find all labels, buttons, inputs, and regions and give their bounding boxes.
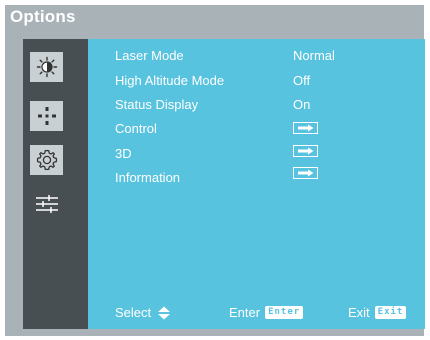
information-submenu-arrow[interactable] <box>293 167 318 179</box>
exit-key-badge: Exit <box>374 306 407 319</box>
high-altitude-mode-value[interactable]: Off <box>293 73 310 88</box>
footer-exit: Exit Exit <box>348 305 407 320</box>
menu-item-information[interactable]: Information <box>115 170 180 185</box>
right-arrow-icon <box>297 124 313 132</box>
laser-mode-value[interactable]: Normal <box>293 48 335 63</box>
menu-item-control[interactable]: Control <box>115 121 157 136</box>
menu-item-high-altitude-mode[interactable]: High Altitude Mode <box>115 73 224 88</box>
menu-item-3d[interactable]: 3D <box>115 146 132 161</box>
exit-label: Exit <box>348 305 370 320</box>
up-down-arrows-icon <box>158 306 171 319</box>
select-label: Select <box>115 305 152 320</box>
sliders-icon <box>35 195 58 213</box>
sidebar-item-setup[interactable] <box>30 145 63 175</box>
enter-key-badge: Enter <box>265 306 304 319</box>
3d-submenu-arrow[interactable] <box>293 145 318 157</box>
right-arrow-icon <box>297 169 313 177</box>
window-title: Options <box>10 7 76 26</box>
crosshair-icon <box>37 107 56 125</box>
right-arrow-icon <box>297 147 313 155</box>
sidebar-item-display[interactable] <box>30 101 63 131</box>
enter-label: Enter <box>229 305 261 320</box>
status-display-value[interactable]: On <box>293 97 310 112</box>
control-submenu-arrow[interactable] <box>293 122 318 134</box>
sidebar-item-picture[interactable] <box>30 52 63 82</box>
gear-icon <box>36 149 57 171</box>
menu-item-status-display[interactable]: Status Display <box>115 97 198 112</box>
options-window: Options Laser Mode Normal High Altitude … <box>5 5 425 336</box>
brightness-icon <box>36 56 57 78</box>
footer-select: Select <box>115 305 171 320</box>
options-panel: Laser Mode Normal High Altitude Mode Off… <box>88 39 425 329</box>
footer-enter: Enter Enter <box>229 305 304 320</box>
sidebar <box>23 39 88 329</box>
sidebar-item-options[interactable] <box>30 189 63 219</box>
menu-item-laser-mode[interactable]: Laser Mode <box>115 48 184 63</box>
